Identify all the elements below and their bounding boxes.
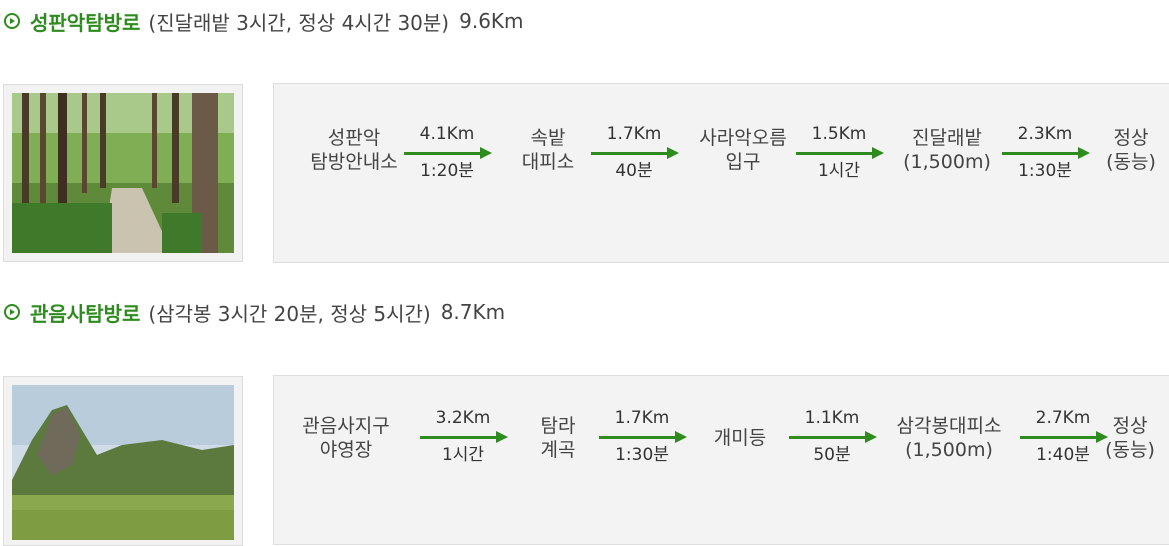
segment-distance: 2.7Km [1035,408,1091,428]
route-panel: 관음사지구 야영장 3.2Km 1시간 탐라 계곡 1.7Km 1:30분 개미등 … [273,375,1169,545]
play-circle-icon [4,13,20,29]
trail-name: 성판악탐방로 [30,10,141,35]
segment-time: 1시간 [817,161,861,181]
route-stop: 탐라 계곡 [540,415,576,461]
segment-time: 1시간 [441,445,485,465]
route-stop: 속밭 대피소 [521,127,575,173]
route-stop: 개미등 [713,427,767,449]
route-stop: 사라악오름 입구 [699,127,787,173]
trail-name: 관음사탐방로 [30,301,141,326]
mountain-peak-photo [12,385,234,540]
trail-distance: 8.7Km [440,300,506,324]
route-stop: 관음사지구 야영장 [302,415,390,461]
segment-time: 1:40분 [1036,445,1090,465]
trail-detail: (삼각봉 3시간 20분, 정상 5시간) [148,301,431,326]
trail-distance: 9.6Km [459,9,524,33]
segment-distance: 1.5Km [811,124,867,144]
segment-time: 1:30분 [1018,161,1072,181]
route-stop: 삼각봉대피소 (1,500m) [896,415,1002,461]
forest-path-photo [12,93,234,253]
route-stop: 정상 (동능) [1106,127,1156,173]
route-stop: 정상 (동능) [1105,415,1155,461]
route-panel: 성판악 탐방안내소 4.1Km 1:20분 속밭 대피소 1.7Km 40분 사라악… [273,83,1169,263]
segment-time: 1:20분 [420,161,474,181]
segment-distance: 1.7Km [614,408,670,428]
segment-time: 40분 [615,161,653,181]
segment-distance: 1.7Km [606,124,662,144]
trail-heading: 성판악탐방로 (진달래밭 3시간, 정상 4시간 30분) 9.6Km [4,5,524,37]
trail-photo-frame [3,84,243,262]
segment-distance: 4.1Km [419,124,475,144]
segment-distance: 2.3Km [1017,124,1073,144]
segment-time: 50분 [813,445,851,465]
route-stop: 진달래밭 (1,500m) [903,127,991,173]
trail-heading: 관음사탐방로 (삼각봉 3시간 20분, 정상 5시간) 8.7Km [4,296,505,328]
segment-time: 1:30분 [615,445,669,465]
trail-photo-frame [3,376,243,546]
trail-detail: (진달래밭 3시간, 정상 4시간 30분) [148,10,450,35]
play-circle-icon [4,304,20,320]
segment-distance: 3.2Km [435,408,491,428]
segment-distance: 1.1Km [804,408,860,428]
route-stop: 성판악 탐방안내소 [310,127,398,173]
